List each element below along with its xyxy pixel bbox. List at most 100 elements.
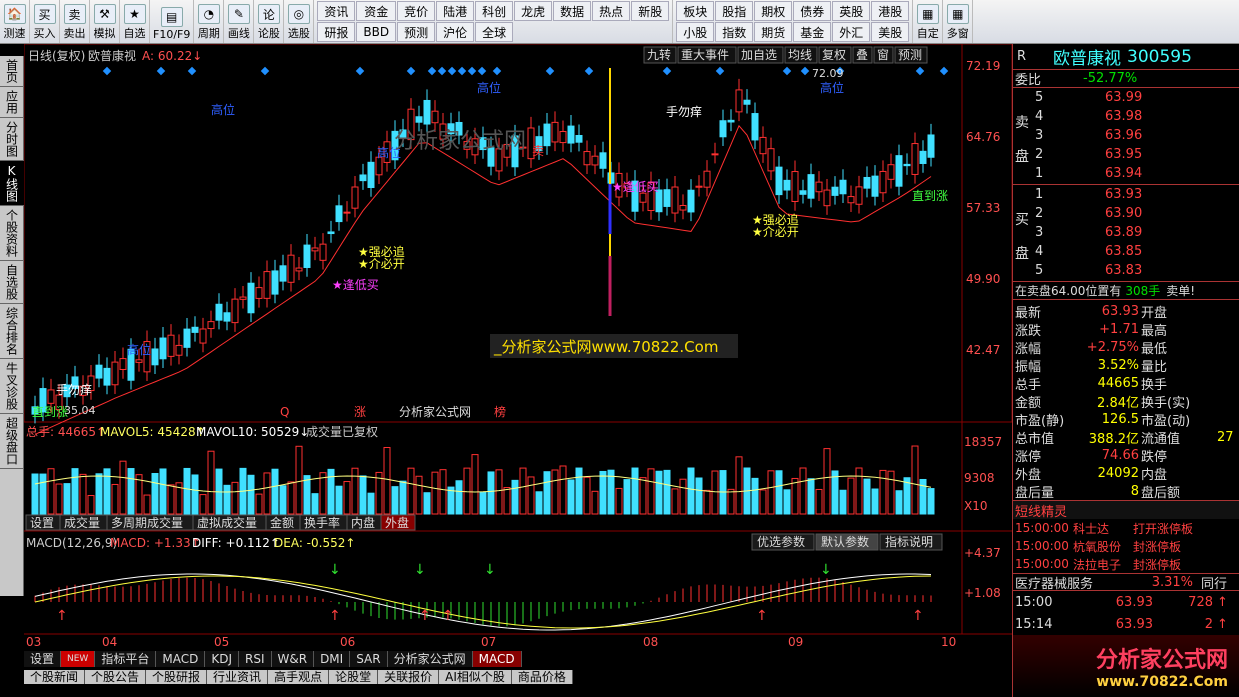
toolbar-market-button[interactable]: 期权 xyxy=(754,1,793,21)
sector-name[interactable]: 医疗器械服务 xyxy=(1013,574,1133,591)
toolbar-far-button-1[interactable]: ▦ 多窗 xyxy=(943,0,974,43)
book-level: 1 xyxy=(1035,166,1044,181)
volume-bar xyxy=(791,477,799,515)
left-tab-1[interactable]: 应用 xyxy=(0,87,24,118)
indicator-tab[interactable]: W&R xyxy=(271,651,315,667)
indicator-tab[interactable]: SAR xyxy=(350,651,388,667)
toolbar-mid-button[interactable]: 陆港 xyxy=(436,1,475,21)
toolbar-mid-button[interactable]: 资讯 xyxy=(317,1,356,21)
volume-bar xyxy=(223,484,231,515)
toolbar-mid-button[interactable]: 预测 xyxy=(397,22,436,42)
sector-tab[interactable]: 同行 xyxy=(1201,574,1227,591)
buy-book: 买盘 1 63.93 2 63.90 3 63.89 4 63.85 5 63.83 xyxy=(1013,185,1239,282)
left-tab-4[interactable]: 个股资料 xyxy=(0,206,24,261)
weibi-label: 委比 xyxy=(1015,73,1042,88)
sprite-stock[interactable]: 杭氧股份 xyxy=(1067,538,1133,555)
sprite-stock[interactable]: 科士达 xyxy=(1067,520,1133,537)
left-tab-3[interactable]: K线图 xyxy=(0,161,24,206)
indicator-tab[interactable]: MACD xyxy=(156,651,206,667)
stat-value: 8 xyxy=(1130,483,1139,499)
toolbar-far-button-0[interactable]: ▦ 自定 xyxy=(913,0,944,43)
toolbar-button-3[interactable]: ⚒ 模拟 xyxy=(90,0,120,43)
candle-body xyxy=(679,204,687,211)
stat-row: 外盘 24092 内盘 xyxy=(1013,464,1239,483)
toolbar-mid-button[interactable]: 科创 xyxy=(475,1,514,21)
news-tab[interactable]: 论股堂 xyxy=(329,670,379,684)
toolbar-mid-button[interactable]: 龙虎 xyxy=(514,1,553,21)
toolbar-button-5[interactable]: ▤ F10/F9 xyxy=(150,0,195,43)
news-tab[interactable]: 高手观点 xyxy=(268,670,330,684)
macd-axis-label: +1.08 xyxy=(964,586,1001,600)
book-level: 4 xyxy=(1035,109,1044,124)
book-level: 5 xyxy=(1035,263,1044,278)
notice-text: 在卖盘64.00位置有 xyxy=(1015,284,1122,298)
tick-time: 15:14 xyxy=(1015,616,1053,632)
left-tab-5[interactable]: 自选股 xyxy=(0,261,24,304)
left-tab-0[interactable]: 首页 xyxy=(0,56,24,87)
left-tab-8[interactable]: 超级盘口 xyxy=(0,414,24,469)
volume-bar xyxy=(519,467,527,515)
toolbar-mid-button[interactable]: 全球 xyxy=(475,22,514,42)
left-tab-7[interactable]: 牛叉诊股 xyxy=(0,359,24,414)
toolbar-market-button[interactable]: 英股 xyxy=(832,1,871,21)
news-tab[interactable]: 个股研报 xyxy=(146,670,208,684)
indicator-tab[interactable]: 分析家公式网 xyxy=(387,651,473,667)
quote-row: 委比 -52.77% xyxy=(1013,70,1239,88)
indicator-tab[interactable]: 设置 xyxy=(24,651,62,667)
toolbar-market-button[interactable]: 港股 xyxy=(871,1,910,21)
news-tab[interactable]: 个股新闻 xyxy=(24,670,86,684)
toolbar-button-8[interactable]: 论论股 xyxy=(254,0,285,43)
toolbar-market-button[interactable]: 板块 xyxy=(676,1,715,21)
toolbar-mid-button[interactable]: BBD xyxy=(356,22,397,42)
sprite-stock[interactable]: 法拉电子 xyxy=(1067,556,1133,573)
news-tab[interactable]: 个股公告 xyxy=(85,670,147,684)
left-tab-6[interactable]: 综合排名 xyxy=(0,304,24,359)
stat-value: 2.84亿 xyxy=(1097,395,1139,411)
toolbar-market-button[interactable]: 期货 xyxy=(754,22,793,42)
indicator-tab[interactable]: 指标平台 xyxy=(95,651,157,667)
toolbar-mid-button[interactable]: 资金 xyxy=(356,1,397,21)
left-tab-2[interactable]: 分时图 xyxy=(0,118,24,161)
toolbar-market-button[interactable]: 股指 xyxy=(715,1,754,21)
toolbar-mid-button[interactable]: 热点 xyxy=(592,1,631,21)
sprite-title[interactable]: 短线精灵 xyxy=(1013,501,1067,520)
toolbar-mid-button[interactable]: 沪伦 xyxy=(436,22,475,42)
indicator-tab[interactable]: MACD xyxy=(472,651,522,667)
news-tab[interactable]: AI相似个股 xyxy=(439,670,512,684)
toolbar-mid-button[interactable]: 研报 xyxy=(317,22,356,42)
toolbar-button-2[interactable]: 卖卖出 xyxy=(60,0,90,43)
toolbar-button-4[interactable]: ★ 自选 xyxy=(120,0,150,43)
volume-bar xyxy=(111,483,119,515)
candle-body xyxy=(423,99,431,125)
toolbar-mid-button[interactable]: 新股 xyxy=(631,1,670,21)
toolbar-market-button[interactable]: 基金 xyxy=(793,22,832,42)
toolbar-market-button[interactable]: 指数 xyxy=(715,22,754,42)
signal-diamond xyxy=(800,66,810,76)
candle-body xyxy=(583,151,591,166)
toolbar-button-0[interactable]: 🏠 测速 xyxy=(0,0,30,43)
candle-body xyxy=(367,161,375,189)
toolbar-market-button[interactable]: 小股 xyxy=(676,22,715,42)
toolbar-button-6[interactable]: ◔ 周期 xyxy=(194,0,225,43)
stat-label: 涨停 xyxy=(1015,449,1042,465)
kline-chart-area[interactable]: 日线(复权) 欧普康视 A: 60.22↓ 九转 重大事件 加自选 均线 复权叠窗预测 72.1… xyxy=(23,43,1013,684)
toolbar-mid-button[interactable]: 竞价 xyxy=(397,1,436,21)
indicator-tab[interactable]: KDJ xyxy=(205,651,239,667)
toolbar-button-1[interactable]: 买买入 xyxy=(30,0,60,43)
news-tab[interactable]: 关联报价 xyxy=(378,670,440,684)
toolbar-market-button[interactable]: 外汇 xyxy=(832,22,871,42)
news-tab[interactable]: 行业资讯 xyxy=(207,670,269,684)
volume-bar xyxy=(871,488,879,515)
indicator-tab[interactable]: DMI xyxy=(314,651,351,667)
indicator-tab[interactable]: NEW xyxy=(61,651,96,667)
stat-label-2: 盘后额 xyxy=(1141,485,1181,501)
toolbar-market-button[interactable]: 美股 xyxy=(871,22,910,42)
news-tab[interactable]: 商品价格 xyxy=(511,670,573,684)
volume-bar xyxy=(735,456,743,515)
toolbar-mid-button[interactable]: 数据 xyxy=(553,1,592,21)
indicator-tab[interactable]: RSI xyxy=(239,651,272,667)
toolbar-button-7[interactable]: ✎ 画线 xyxy=(224,0,255,43)
price-pane-frame xyxy=(23,43,1013,423)
toolbar-button-9[interactable]: ◎ 选股 xyxy=(284,0,315,43)
toolbar-market-button[interactable]: 债券 xyxy=(793,1,832,21)
